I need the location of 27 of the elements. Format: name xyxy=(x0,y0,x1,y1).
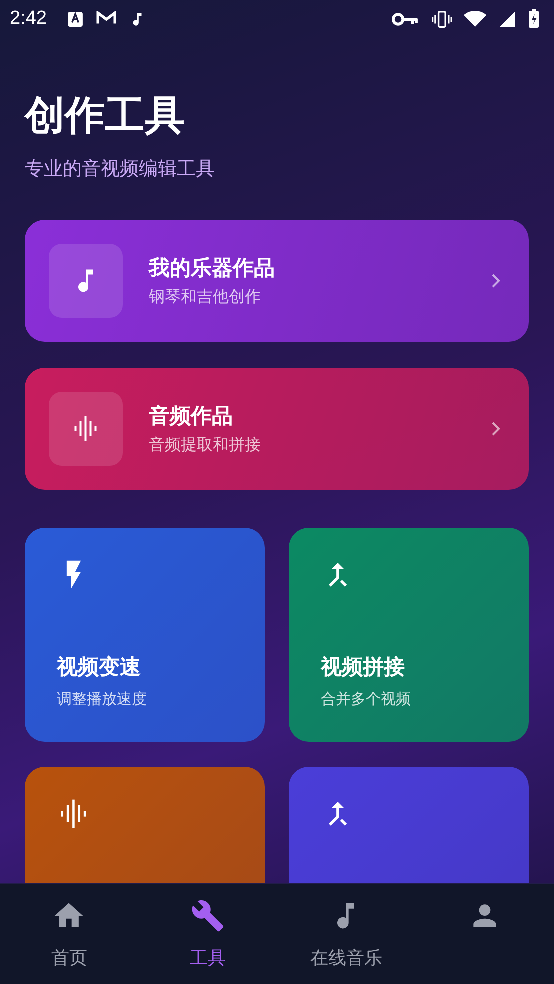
signal-icon xyxy=(499,10,516,28)
chevron-right-icon xyxy=(491,421,501,437)
chevron-right-icon xyxy=(491,273,501,289)
card-title: 视频变速 xyxy=(57,654,141,681)
vibrate-icon xyxy=(432,10,452,28)
battery-charging-icon xyxy=(528,9,540,29)
page-title: 创作工具 xyxy=(25,92,186,141)
card-subtitle: 合并多个视频 xyxy=(321,689,411,710)
card-subtitle: 音频提取和拼接 xyxy=(149,434,262,456)
card-subtitle: 钢琴和吉他创作 xyxy=(149,286,262,308)
feature-card[interactable]: 音频作品 音频提取和拼接 xyxy=(25,368,529,490)
card-subtitle: 调整播放速度 xyxy=(57,689,147,710)
page-subtitle: 专业的音视频编辑工具 xyxy=(25,157,216,182)
card-title: 音频作品 xyxy=(149,403,234,430)
tool-card[interactable]: 视频拼接 合并多个视频 xyxy=(289,528,529,742)
keyboard-notification-icon xyxy=(66,10,84,28)
key-icon xyxy=(390,10,420,28)
wrench-icon xyxy=(190,899,225,933)
card-title: 视频拼接 xyxy=(321,654,405,681)
card-title: 我的乐器作品 xyxy=(149,255,276,282)
nav-tab[interactable]: 在线音乐 xyxy=(277,884,416,984)
nav-tab[interactable]: 首页 xyxy=(0,884,138,984)
wifi-icon xyxy=(464,10,487,28)
tool-card[interactable]: 视频变速 调整播放速度 xyxy=(25,528,265,742)
status-time: 2:42 xyxy=(10,8,47,30)
feature-card[interactable]: 我的乐器作品 钢琴和吉他创作 xyxy=(25,220,529,342)
nav-tab[interactable]: 工具 xyxy=(138,884,277,984)
